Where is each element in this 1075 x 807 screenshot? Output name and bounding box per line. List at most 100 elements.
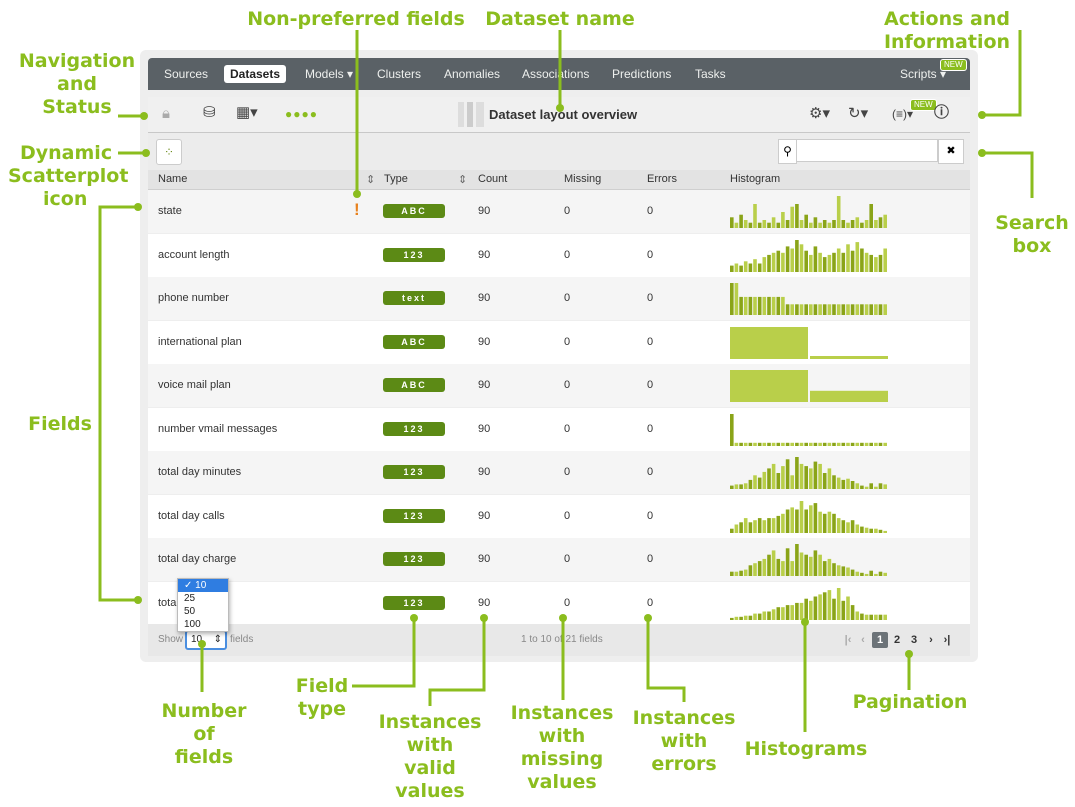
table-row[interactable]: account length 123 90 0 0	[148, 233, 970, 277]
histogram[interactable]	[729, 238, 889, 272]
histogram-bar	[822, 591, 827, 620]
histogram-bar	[753, 563, 757, 576]
field-errors: 0	[647, 248, 654, 261]
search-input[interactable]	[796, 139, 938, 162]
search-clear-button[interactable]: ✖	[938, 139, 964, 164]
table-row[interactable]: total day calls 123 90 0 0	[148, 494, 970, 538]
dropdown-option[interactable]: 50	[178, 605, 228, 618]
histogram[interactable]	[729, 586, 889, 620]
histogram-bar	[864, 220, 869, 228]
tab-sources[interactable]: Sources	[158, 65, 214, 83]
field-errors: 0	[647, 205, 654, 217]
histogram-bar	[781, 296, 785, 315]
histogram-bar	[748, 222, 753, 228]
table-row[interactable]: number vmail messages 123 90 0 0	[148, 407, 970, 451]
tab-datasets[interactable]: Datasets	[224, 65, 287, 83]
column-header-histogram[interactable]: Histogram	[730, 173, 780, 185]
histogram-bar	[734, 524, 739, 533]
histogram-bar	[753, 258, 757, 272]
tab-associations[interactable]: Associations	[516, 65, 595, 83]
histogram-bar	[818, 511, 822, 533]
last-page-icon[interactable]: ›|	[939, 632, 955, 648]
info-icon[interactable]: ⓘ	[934, 103, 949, 123]
histogram-bar	[730, 283, 734, 315]
tab-predictions[interactable]: Predictions	[606, 65, 677, 83]
histogram-bar	[743, 517, 748, 533]
histogram-bar	[748, 442, 753, 446]
histogram-bar	[818, 554, 822, 576]
histogram-bar	[832, 598, 836, 620]
dropdown-option[interactable]: 100	[178, 618, 228, 631]
histogram-bar	[874, 614, 878, 620]
annotation-line: box	[1012, 235, 1052, 257]
column-header-errors[interactable]: Errors	[647, 173, 677, 185]
dropdown-option-selected[interactable]: ✓ 10	[178, 579, 228, 592]
dynamic-scatterplot-icon[interactable]: ⁘	[156, 139, 182, 165]
sort-icon[interactable]: ⇕	[366, 173, 375, 186]
histogram-bar	[795, 602, 799, 620]
histogram-bar	[739, 521, 743, 533]
table-row[interactable]: phone number text 90 0 0	[148, 277, 970, 320]
table-row[interactable]: total day charge 123 90 0 0	[148, 538, 970, 581]
histogram[interactable]	[729, 499, 889, 533]
column-header-missing[interactable]: Missing	[564, 173, 601, 185]
page-1-button[interactable]: 1	[872, 632, 888, 648]
histogram[interactable]	[729, 325, 889, 359]
page-3-button[interactable]: 3	[906, 632, 922, 648]
histogram-bar	[734, 484, 739, 489]
field-count: 90	[478, 422, 491, 435]
histogram-bar	[753, 613, 757, 620]
histogram-bar	[771, 252, 776, 272]
histogram[interactable]	[729, 194, 889, 228]
table-row[interactable]: voice mail plan ABC 90 0 0	[148, 364, 970, 407]
histogram-bar	[841, 220, 846, 228]
tab-anomalies[interactable]: Anomalies	[438, 65, 506, 83]
histogram-bar	[757, 517, 762, 533]
column-header-count[interactable]: Count	[478, 173, 507, 185]
histogram-bar	[785, 442, 790, 446]
tab-clusters[interactable]: Clusters	[371, 65, 427, 83]
histogram[interactable]	[729, 542, 889, 576]
per-page-select[interactable]: 10 ⇕	[185, 630, 227, 650]
table-row[interactable]: total day minutes 123 90 0 0	[148, 451, 970, 494]
annotation-navigation: Navigation and Status	[14, 50, 140, 119]
first-page-icon[interactable]: |‹	[840, 632, 856, 648]
histogram-bar	[767, 554, 771, 576]
database-search-icon[interactable]: ⛁	[203, 103, 216, 123]
histogram-bar	[822, 513, 827, 533]
next-page-icon[interactable]: ›	[923, 632, 939, 648]
dropdown-option[interactable]: 25	[178, 592, 228, 605]
field-types-icon[interactable]: ▦▾	[236, 103, 258, 123]
histogram-bar	[739, 442, 743, 446]
table-row[interactable]: international plan ABC 90 0 0	[148, 320, 970, 364]
settings-icon[interactable]: ⚙▾	[809, 104, 830, 124]
field-type-badge: 123	[383, 465, 445, 479]
column-header-type[interactable]: Type	[384, 173, 408, 185]
histogram-bar	[739, 616, 743, 620]
page-2-button[interactable]: 2	[889, 632, 905, 648]
prev-page-icon[interactable]: ‹	[855, 632, 871, 648]
histogram[interactable]	[729, 281, 889, 315]
histogram-bar	[827, 254, 832, 272]
histogram-bar	[855, 483, 860, 489]
tab-tasks[interactable]: Tasks	[689, 65, 732, 83]
lock-icon[interactable]: 🔒︎	[162, 104, 170, 124]
histogram-bar	[874, 220, 878, 228]
table-row[interactable]: state ABC 90 0 0!	[148, 190, 970, 233]
histogram[interactable]	[729, 412, 889, 446]
sync-icon[interactable]: ↻▾	[848, 104, 868, 124]
annotation-dynamic-scatterplot: Dynamic Scatterplot icon	[8, 142, 128, 211]
histogram-bar	[730, 413, 734, 446]
field-type-badge: 123	[383, 552, 445, 566]
tab-models[interactable]: Models ▾	[299, 65, 359, 83]
column-header-name[interactable]: Name	[158, 173, 187, 185]
histogram[interactable]	[729, 368, 889, 402]
histogram-bar	[869, 442, 873, 446]
table-row[interactable]: total 123 90 0 0	[148, 581, 970, 625]
histogram-bar	[878, 217, 883, 228]
histogram-bar	[832, 513, 836, 533]
field-missing: 0	[564, 466, 571, 478]
sort-icon[interactable]: ⇕	[458, 173, 467, 186]
histogram-bar	[799, 463, 804, 489]
histogram[interactable]	[729, 455, 889, 489]
